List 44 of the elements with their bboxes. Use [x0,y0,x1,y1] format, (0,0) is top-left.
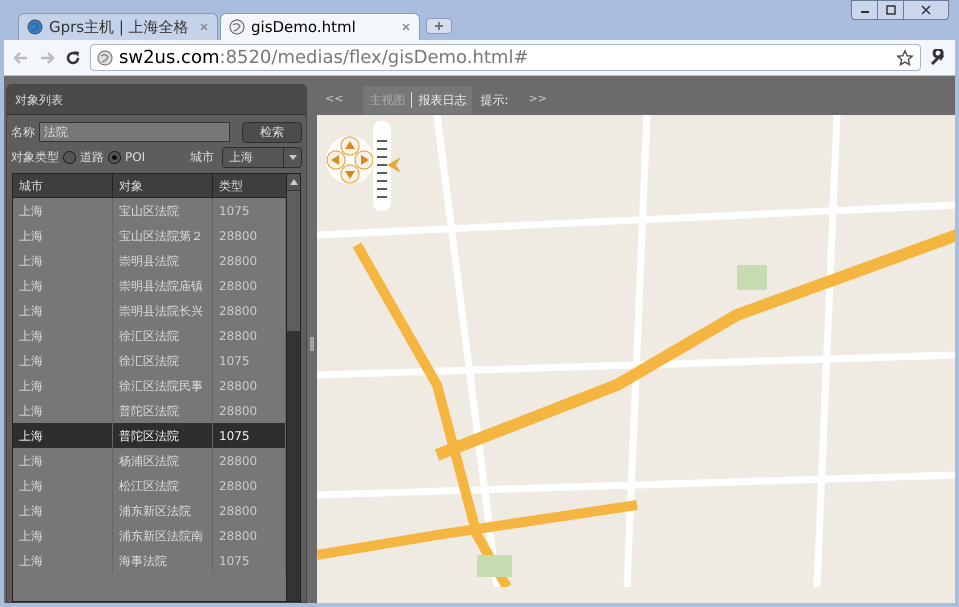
table-cell: 海事法院 [113,548,213,573]
browser-tab[interactable]: gisDemo.html [220,13,420,40]
new-tab-button[interactable] [426,18,452,34]
column-header[interactable]: 类型 [213,174,286,197]
plus-icon [434,21,444,31]
name-input-field[interactable]: 法院 [39,122,230,142]
tab-title: Gprs主机 | 上海全格 [49,16,190,38]
globe-icon [229,19,245,35]
search-button[interactable]: 检索 [242,122,302,142]
globe-icon [27,19,43,35]
globe-icon [97,50,113,66]
url-text: sw2us.com:8520/medias/flex/gisDemo.html# [119,46,530,70]
table-cell: 上海 [13,548,113,573]
city-label: 城市 [190,149,214,166]
address-bar[interactable]: sw2us.com:8520/medias/flex/gisDemo.html# [90,44,921,71]
compass-arrow-icon [387,157,401,173]
column-header[interactable]: 城市 [13,174,113,197]
next-link[interactable]: >> [528,91,547,108]
type-radio[interactable]: 道路 [63,148,104,166]
window-controls[interactable] [851,0,949,20]
column-header[interactable]: 对象 [113,174,213,197]
zoom-slider-icon[interactable] [373,121,391,211]
maximize-icon[interactable] [886,5,896,15]
tab-title: gisDemo.html [251,16,357,38]
name-label: 名称 [11,124,35,141]
caret-icon [288,154,296,160]
hint-label: 提示: [480,92,508,108]
star-icon[interactable] [896,48,914,66]
scrollbar[interactable] [286,174,300,601]
close-icon[interactable] [921,5,931,15]
table-row[interactable]: 上海 普陀区法院 1075 [13,423,286,448]
radio-icon[interactable] [108,150,121,164]
view-tab[interactable]: 报表日志 [418,90,466,108]
radio-icon[interactable] [63,150,76,164]
panel-title: 对象列表 [15,92,63,108]
prev-link[interactable]: << [325,91,344,108]
reload-icon[interactable] [64,48,82,66]
city-dropdown[interactable]: 上海 [222,146,302,168]
up-arrow-icon[interactable] [290,179,298,185]
type-label: 对象类型 [11,149,59,166]
wrench-icon[interactable] [929,48,947,66]
splitter-handle-icon[interactable] [310,336,314,350]
browser-tab[interactable]: Gprs主机 | 上海全格 [18,13,218,40]
type-radio[interactable]: POI [108,148,146,166]
